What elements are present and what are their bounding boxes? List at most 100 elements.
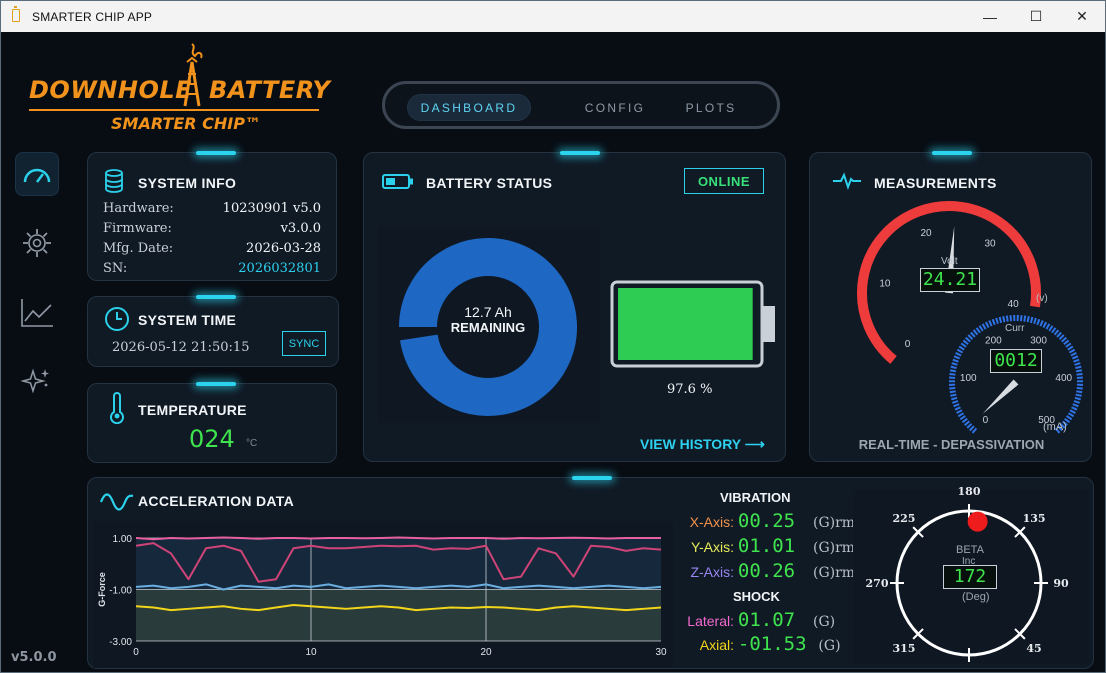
x-tick-label: 10 bbox=[305, 647, 317, 658]
system-info-title: SYSTEM INFO bbox=[138, 175, 237, 191]
row-value: v3.0.0 bbox=[280, 221, 321, 236]
compass-label: 135 bbox=[1023, 512, 1046, 525]
status-badge: ONLINE bbox=[684, 168, 764, 194]
tab-dashboard[interactable]: DASHBOARD bbox=[407, 94, 531, 121]
axis-unit: (G) bbox=[818, 638, 841, 654]
y-tick-label: -3.00 bbox=[109, 637, 132, 648]
curr-tick-label: 0 bbox=[983, 415, 989, 426]
maximize-button[interactable]: ☐ bbox=[1013, 1, 1059, 32]
database-icon bbox=[105, 169, 123, 193]
card-glow bbox=[196, 382, 236, 386]
vibration-y-row: Y-Axis: 01.01 (G)rms bbox=[686, 535, 862, 557]
chart-line-icon bbox=[21, 299, 53, 327]
volt-tick-label: 30 bbox=[984, 239, 996, 250]
row-label: Hardware: bbox=[103, 201, 174, 216]
curr-value: 0012 bbox=[990, 349, 1042, 373]
shock-axial-row: Axial: -01.53 (G) bbox=[678, 633, 841, 655]
x-tick-label: 20 bbox=[480, 647, 492, 658]
compass-label: 180 bbox=[958, 485, 981, 498]
axis-label: Lateral: bbox=[687, 613, 734, 629]
sidebar-item-dashboard[interactable] bbox=[15, 152, 59, 196]
axis-value: 00.25 bbox=[737, 510, 796, 532]
measurements-card: MEASUREMENTS 0 10 20 30 40 0 100 200 300 400 500 V… bbox=[809, 151, 1092, 462]
volt-tick-label: 20 bbox=[920, 228, 932, 239]
y-tick-label: -1.00 bbox=[109, 586, 132, 597]
tab-config[interactable]: CONFIG bbox=[560, 94, 670, 121]
temperature-card: TEMPERATURE 024 °C bbox=[87, 382, 337, 463]
battery-icon bbox=[12, 6, 20, 22]
axis-label: Z-Axis: bbox=[690, 564, 734, 580]
battery-status-title: BATTERY STATUS bbox=[426, 175, 553, 191]
card-glow bbox=[196, 151, 236, 155]
curr-tick-label: 300 bbox=[1030, 336, 1047, 347]
logo-word-downhole: DOWNHOLE bbox=[29, 76, 193, 104]
compass-label: 0 bbox=[965, 669, 973, 670]
card-glow bbox=[196, 295, 236, 299]
axis-value: 01.01 bbox=[737, 535, 796, 557]
gauge-icon bbox=[23, 168, 51, 183]
battery-fill bbox=[618, 288, 753, 360]
axis-value: -01.53 bbox=[737, 633, 807, 655]
tab-plots[interactable]: PLOTS bbox=[677, 94, 745, 121]
temperature-value: 024 bbox=[189, 425, 235, 453]
vibration-title: VIBRATION bbox=[720, 490, 791, 505]
axis-value: 00.26 bbox=[737, 560, 796, 582]
sidebar-item-magic[interactable] bbox=[15, 359, 59, 403]
window-title: SMARTER CHIP APP bbox=[32, 10, 153, 24]
battery-terminal bbox=[762, 306, 775, 342]
axis-label: X-Axis: bbox=[689, 514, 734, 530]
volt-label: Volt bbox=[941, 256, 958, 267]
battery-level-gauge bbox=[610, 280, 775, 368]
curr-tick-label: 400 bbox=[1055, 373, 1072, 384]
remaining-value: 12.7 Ah bbox=[464, 304, 512, 320]
volt-tick-label: 40 bbox=[1008, 299, 1020, 310]
y-tick-label: 1.00 bbox=[113, 534, 133, 545]
clock-icon bbox=[105, 307, 129, 331]
logo-word-battery: BATTERY bbox=[209, 76, 331, 104]
x-tick-label: 0 bbox=[133, 647, 139, 658]
shock-lateral-row: Lateral: 01.07 (G) bbox=[678, 609, 835, 631]
battery-percent: 97.6 % bbox=[667, 382, 713, 397]
sidebar-item-plots[interactable] bbox=[15, 291, 59, 335]
gear-icon bbox=[23, 229, 51, 257]
remaining-label: REMAINING bbox=[450, 320, 526, 335]
vibration-x-row: X-Axis: 00.25 (G)rms bbox=[686, 510, 863, 532]
system-time-card: SYSTEM TIME 2026-05-12 21:50:15 SYNC bbox=[87, 295, 339, 367]
compass-label: 45 bbox=[1026, 642, 1041, 655]
axis-label: Y-Axis: bbox=[690, 539, 734, 555]
volt-tick-label: 10 bbox=[879, 278, 891, 289]
axis-label: Axial: bbox=[699, 637, 734, 653]
volt-tick-label: 0 bbox=[905, 339, 911, 350]
vibration-z-row: Z-Axis: 00.26 (G)rms bbox=[686, 560, 862, 582]
main-content: DOWNHOLE BATTERY SMARTER CHIP™ DASHBOARD… bbox=[1, 32, 1105, 672]
acceleration-card: ACCELERATION DATA 1.00 -1.00 -3.00 0 10 20 30 G… bbox=[87, 476, 1094, 670]
logo-tagline: SMARTER CHIP™ bbox=[111, 114, 261, 133]
lower-band bbox=[136, 589, 661, 641]
app-version: v5.0.0 bbox=[11, 650, 57, 665]
sidebar-item-settings[interactable] bbox=[15, 221, 59, 265]
curr-tick-label: 100 bbox=[960, 373, 977, 384]
beta-label: BETA bbox=[956, 544, 984, 556]
battery-icon bbox=[382, 174, 413, 189]
thermometer-icon bbox=[110, 392, 124, 424]
acceleration-chart: 1.00 -1.00 -3.000 10 20 30 G-Force bbox=[97, 534, 667, 658]
remaining-text: 12.7 Ah REMAINING bbox=[430, 304, 546, 336]
brand-logo: DOWNHOLE BATTERY SMARTER CHIP™ bbox=[25, 40, 330, 140]
row-label: SN: bbox=[103, 261, 128, 276]
temperature-title: TEMPERATURE bbox=[138, 402, 247, 418]
sparkle-icon bbox=[21, 368, 49, 394]
inc-unit: (Deg) bbox=[962, 591, 990, 603]
curr-tick-label: 200 bbox=[985, 336, 1002, 347]
compass-label: 315 bbox=[892, 642, 915, 655]
battery-status-card: BATTERY STATUS ONLINE 12.7 Ah REMAINING … bbox=[363, 151, 786, 462]
main-nav: DASHBOARD CONFIG PLOTS bbox=[382, 81, 780, 129]
view-history-link[interactable]: VIEW HISTORY ⟶ bbox=[640, 436, 765, 453]
row-value: 2026-03-28 bbox=[246, 241, 321, 256]
axis-value: 01.07 bbox=[737, 609, 796, 631]
sync-button[interactable]: SYNC bbox=[282, 331, 326, 356]
x-tick-label: 30 bbox=[655, 647, 667, 658]
close-button[interactable]: ✕ bbox=[1059, 1, 1105, 32]
minimize-button[interactable]: — bbox=[967, 1, 1013, 32]
system-info-card: SYSTEM INFO Hardware: 10230901 v5.0 Firm… bbox=[87, 151, 337, 281]
temperature-unit: °C bbox=[246, 438, 258, 449]
